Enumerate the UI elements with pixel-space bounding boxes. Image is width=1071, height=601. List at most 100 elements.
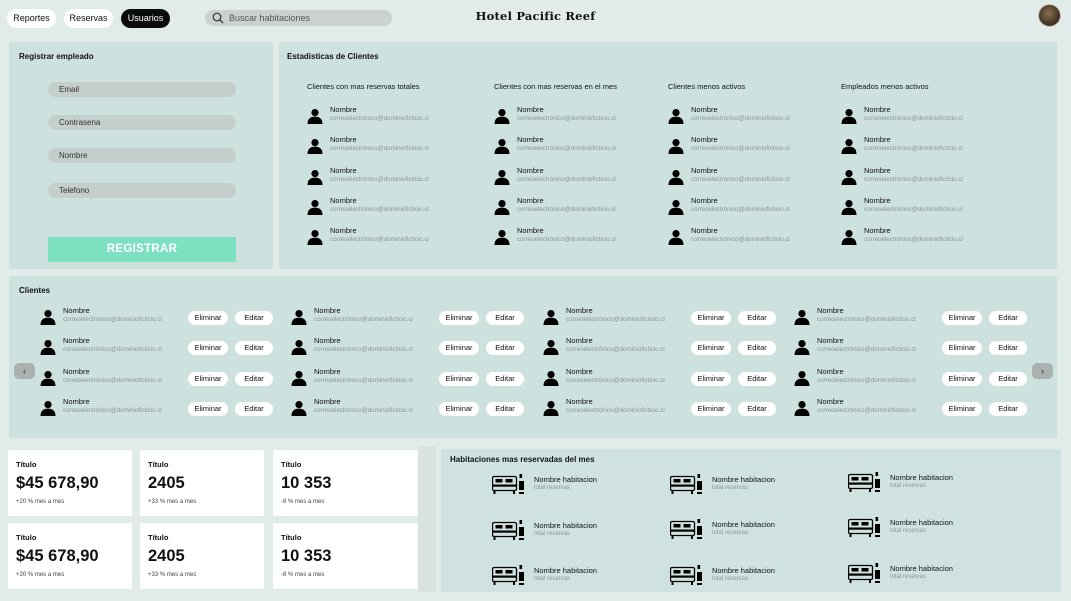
room-name: Nombre habitacion [534,521,597,530]
delete-button[interactable]: Eliminar [942,341,982,356]
edit-button[interactable]: Editar [738,341,776,356]
person-icon [543,339,559,356]
person-icon [668,108,684,124]
person-icon [307,138,323,155]
person-email: correoelectrónico@dominioficticio.cl [314,346,413,354]
person-icon [291,400,307,416]
person-email: correoelectrónico@dominioficticio.cl [63,406,162,414]
delete-button[interactable]: Eliminar [439,371,479,386]
edit-button[interactable]: Editar [486,371,524,386]
person-email: correoelectrónico@dominioficticio.cl [691,175,790,183]
person-email: correoelectrónico@dominioficticio.cl [817,406,916,414]
delete-button[interactable]: Eliminar [691,401,731,416]
phone-field[interactable] [48,183,236,198]
stat-card-title: Título [148,460,169,469]
stat-card: Título 10 353 -8 % mes a mes [273,450,418,516]
person-icon [494,138,510,155]
stats-column-title: Clientes con mas reservas totales [307,82,420,91]
person-icon [307,169,323,185]
room-name: Nombre habitacion [890,564,953,573]
password-field[interactable] [48,115,236,130]
stat-card-change: +33 % mes a mes [148,499,197,505]
room-total: total reservas [712,530,749,536]
stat-card: Título 2405 +33 % mes a mes [140,450,264,516]
room-item: Nombre habitacion total reservas [847,561,1018,587]
stat-card-title: Título [281,460,302,469]
edit-button[interactable]: Editar [989,371,1027,386]
edit-button[interactable]: Editar [989,341,1027,356]
name-field[interactable] [48,148,236,163]
clients-title: Clientes [19,286,51,295]
room-name: Nombre habitacion [890,518,953,527]
person-icon [543,370,559,386]
prev-page-button[interactable]: ‹ [14,363,35,379]
room-total: total reservas [890,528,927,534]
delete-button[interactable]: Eliminar [188,371,228,386]
person-email: correoelectrónico@dominioficticio.cl [566,316,665,323]
person-name: Nombre [864,195,891,205]
delete-button[interactable]: Eliminar [691,371,731,386]
stat-card-title: Título [16,460,37,469]
person-icon [291,309,307,325]
room-total: total reservas [890,483,927,489]
email-field[interactable] [48,82,236,97]
person-name: Nombre [817,306,844,315]
person-name: Nombre [314,306,341,315]
person-icon [794,370,810,386]
edit-button[interactable]: Editar [738,401,776,416]
person-name: Nombre [314,336,341,346]
delete-button[interactable]: Eliminar [691,341,731,356]
next-page-button[interactable]: › [1032,363,1053,379]
edit-button[interactable]: Editar [989,401,1027,416]
person-email: correoelectrónico@dominioficticio.cl [314,406,413,414]
delete-button[interactable]: Eliminar [188,341,228,356]
person-email: correoelectrónico@dominioficticio.cl [517,205,616,213]
delete-button[interactable]: Eliminar [942,311,982,325]
person-email: correoelectrónico@dominioficticio.cl [517,145,616,153]
stat-card-change: +33 % mes a mes [148,572,197,578]
register-button[interactable]: REGISTRAR [48,237,236,262]
edit-button[interactable]: Editar [486,311,524,325]
delete-button[interactable]: Eliminar [942,401,982,416]
edit-button[interactable]: Editar [486,401,524,416]
edit-button[interactable]: Editar [235,311,273,325]
person-name: Nombre [330,195,357,205]
delete-button[interactable]: Eliminar [188,401,228,416]
person-name: Nombre [691,105,718,114]
person-icon [40,339,56,356]
person-icon [794,400,810,416]
person-name: Nombre [817,396,844,406]
stat-card-change: +20 % mes a mes [16,499,65,505]
edit-button[interactable]: Editar [235,341,273,356]
stats-column-title: Clientes con mas reservas en el mes [494,82,617,91]
person-email: correoelectrónico@dominioficticio.cl [817,346,916,354]
user-avatar[interactable] [1038,4,1061,27]
person-email: correoelectrónico@dominioficticio.cl [517,115,616,122]
person-email: correoelectrónico@dominioficticio.cl [864,236,963,244]
delete-button[interactable]: Eliminar [439,311,479,325]
edit-button[interactable]: Editar [235,401,273,416]
delete-button[interactable]: Eliminar [439,341,479,356]
stat-card-value: 2405 [148,547,185,565]
person-icon [841,199,857,215]
edit-button[interactable]: Editar [486,341,524,356]
bed-icon [847,561,882,585]
edit-button[interactable]: Editar [989,311,1027,325]
person-icon [291,370,307,386]
person-name: Nombre [864,165,891,175]
edit-button[interactable]: Editar [738,371,776,386]
delete-button[interactable]: Eliminar [439,401,479,416]
person-email: correoelectrónico@dominioficticio.cl [817,376,916,384]
room-total: total reservas [534,531,571,537]
delete-button[interactable]: Eliminar [188,311,228,325]
person-name: Nombre [517,226,544,236]
edit-button[interactable]: Editar [235,371,273,386]
delete-button[interactable]: Eliminar [691,311,731,325]
person-icon [494,108,510,124]
person-email: correoelectrónico@dominioficticio.cl [330,115,429,122]
edit-button[interactable]: Editar [738,311,776,325]
person-name: Nombre [314,366,341,376]
person-icon [40,309,56,325]
delete-button[interactable]: Eliminar [942,371,982,386]
room-total: total reservas [890,574,927,580]
